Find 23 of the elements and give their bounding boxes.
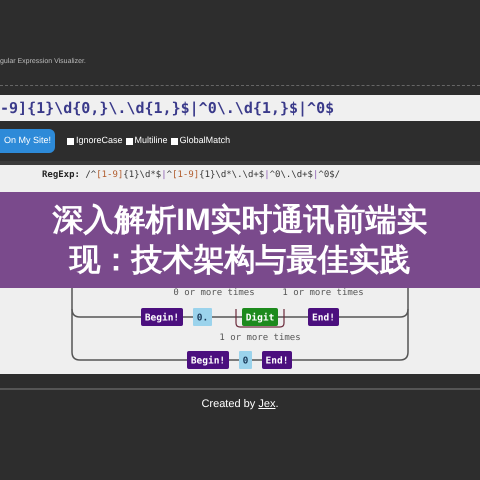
- literal-node: 0: [239, 351, 252, 369]
- checkbox[interactable]: [126, 138, 133, 144]
- option-label: GlobalMatch: [180, 134, 230, 148]
- token-node: Begin!: [187, 351, 229, 369]
- checkbox[interactable]: [170, 138, 178, 144]
- regexp-text: RegExp: /^[1-9]{1}\d*$|^[1-9]{1}\d*\.\d+$|^0\.\d+$|^0$/: [42, 169, 342, 182]
- banner-title: 深入解析IM实时通讯前端实现：技术架构与最佳实践: [51, 201, 429, 279]
- embed-button[interactable]: On My Site!: [0, 129, 56, 153]
- repeat-loop: [235, 309, 285, 328]
- regex-input[interactable]: -9]{1}\d{0,}\.\d{1,}$|^0\.\d{1,}$|^0$: [0, 95, 480, 121]
- token-node: Digit: [242, 308, 278, 326]
- literal-node: 0.: [193, 308, 212, 326]
- repeat-label: 1 or more times: [282, 288, 364, 298]
- checkbox[interactable]: [67, 138, 74, 144]
- token-node: End!: [262, 351, 292, 369]
- credit-text: Created by Jex.: [201, 397, 279, 412]
- repeat-label: 1 or more times: [219, 333, 301, 343]
- token-node: Begin!: [141, 308, 183, 326]
- option-label: IgnoreCase: [76, 134, 123, 148]
- author-link[interactable]: Jex: [258, 398, 276, 410]
- token-node: End!: [308, 308, 339, 326]
- repeat-label: 0 or more times: [173, 288, 255, 298]
- option-label: Multiline: [134, 134, 168, 148]
